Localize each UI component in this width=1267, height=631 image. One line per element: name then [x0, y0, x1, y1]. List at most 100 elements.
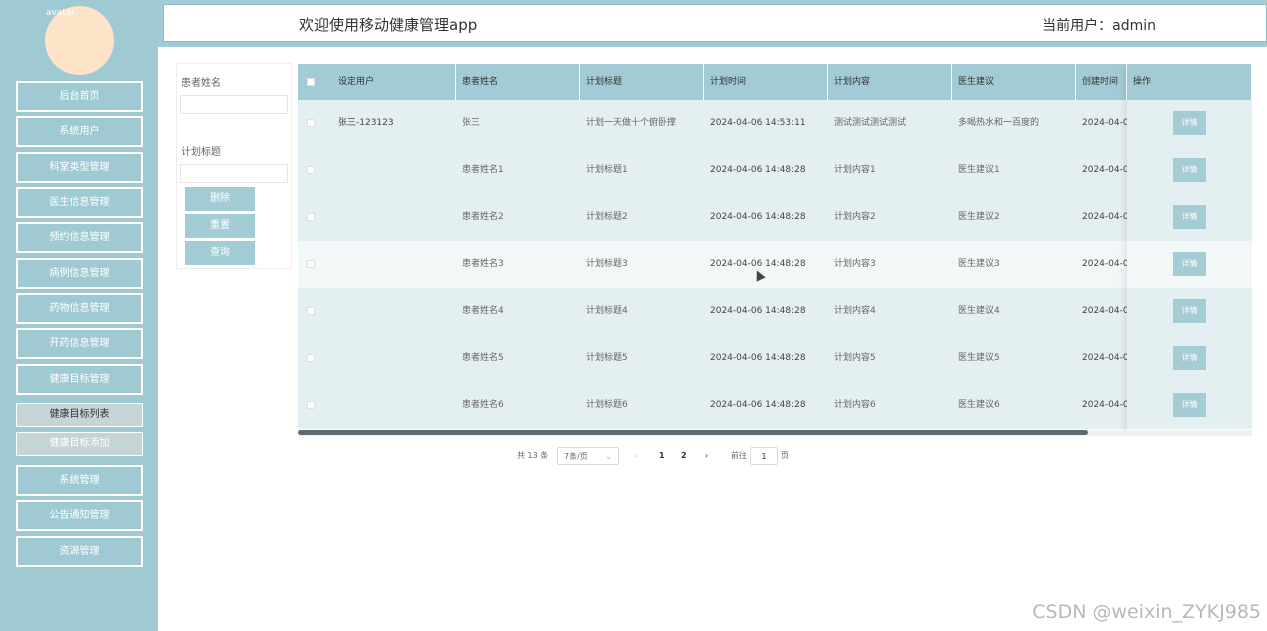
cell-advice: 医生建议3	[958, 259, 1000, 269]
detail-button[interactable]: 详情	[1173, 252, 1206, 276]
sidebar: avatar 后台首页 系统用户 科室类型管理 医生信息管理 预约信息管理 病例信息管理药…	[0, 0, 158, 631]
detail-button[interactable]: 详情	[1173, 346, 1206, 370]
goto-page-input[interactable]: 1	[750, 447, 778, 465]
page-size-value: 7条/页	[564, 452, 588, 461]
patient-name-label: 患者姓名	[181, 78, 221, 89]
column-header-patient[interactable]: 患者姓名	[456, 64, 580, 100]
cell-patient: 患者姓名5	[462, 353, 504, 363]
cell-created: 2024-04-0	[1082, 165, 1127, 175]
table-row[interactable]: 患者姓名2 计划标题2 2024-04-06 14:48:28 计划内容2 医生建议2 2…	[298, 194, 1252, 241]
cell-created: 2024-04-0	[1082, 306, 1127, 316]
cell-created: 2024-04-0	[1082, 259, 1127, 269]
sidebar-item-resource[interactable]: 资源管理	[16, 536, 143, 567]
app-title: 欢迎使用移动健康管理app	[299, 16, 478, 34]
column-header-title[interactable]: 计划标题	[580, 64, 704, 100]
row-checkbox[interactable]	[307, 213, 315, 221]
watermark: CSDN @weixin_ZYKJ985	[1032, 601, 1261, 623]
sidebar-item-case-info[interactable]: 病例信息管理	[16, 258, 143, 289]
row-checkbox[interactable]	[307, 307, 315, 315]
row-checkbox[interactable]	[307, 119, 315, 127]
cell-advice: 医生建议2	[958, 212, 1000, 222]
table-row[interactable]: 患者姓名6 计划标题6 2024-04-06 14:48:28 计划内容6 医生建议6 2…	[298, 382, 1252, 429]
cell-created: 2024-04-0	[1082, 353, 1127, 363]
row-checkbox[interactable]	[307, 354, 315, 362]
table-header: 设定用户 患者姓名 计划标题 计划时间 计划内容 医生建议 创建时间 操作	[298, 64, 1252, 100]
cell-user	[332, 147, 456, 194]
column-header-content[interactable]: 计划内容	[828, 64, 952, 100]
detail-button[interactable]: 详情	[1173, 299, 1206, 323]
cell-time: 2024-04-06 14:48:28	[710, 165, 806, 175]
sidebar-item-doctor-info[interactable]: 医生信息管理	[16, 187, 143, 218]
total-count: 共 13 条	[517, 451, 549, 460]
select-all-checkbox[interactable]	[307, 78, 315, 86]
patient-name-input[interactable]	[180, 95, 288, 114]
row-checkbox[interactable]	[307, 260, 315, 268]
next-page-icon[interactable]: ›	[705, 447, 708, 465]
table-row[interactable]: 张三-123123 张三 计划一天做十个俯卧撑 2024-04-06 14:53:11…	[298, 100, 1252, 147]
sidebar-item-system-management[interactable]: 系统管理	[16, 465, 143, 496]
cell-patient: 患者姓名1	[462, 165, 504, 175]
table-row[interactable]: 患者姓名5 计划标题5 2024-04-06 14:48:28 计划内容5 医生建议5 2…	[298, 335, 1252, 382]
column-header-time[interactable]: 计划时间	[704, 64, 828, 100]
sidebar-item-appointment-info[interactable]: 预约信息管理	[16, 222, 143, 253]
sidebar-item-system-user[interactable]: 系统用户	[16, 116, 143, 147]
cell-patient: 患者姓名6	[462, 400, 504, 410]
detail-button[interactable]: 详情	[1173, 205, 1206, 229]
cell-time: 2024-04-06 14:48:28	[710, 212, 806, 222]
row-checkbox[interactable]	[307, 166, 315, 174]
sidebar-item-announcement[interactable]: 公告通知管理	[16, 500, 143, 531]
cell-title: 计划标题1	[586, 165, 628, 175]
reset-button[interactable]: 重置	[185, 214, 255, 238]
cell-time: 2024-04-06 14:48:28	[710, 306, 806, 316]
cell-time: 2024-04-06 14:48:28	[710, 259, 806, 269]
column-header-created[interactable]: 创建时间	[1076, 64, 1127, 100]
cell-user	[332, 194, 456, 241]
cell-patient: 张三	[462, 118, 481, 128]
cell-advice: 医生建议5	[958, 353, 1000, 363]
sidebar-item-home[interactable]: 后台首页	[16, 81, 143, 112]
cell-title: 计划标题4	[586, 306, 628, 316]
sidebar-subitem-health-goal-add[interactable]: 健康目标添加	[16, 432, 143, 456]
sidebar-item-drug-info[interactable]: 药物信息管理	[16, 293, 143, 324]
search-panel: 患者姓名 计划标题 删除 重置 查询	[176, 63, 292, 269]
cell-title: 计划标题3	[586, 259, 628, 269]
column-header-actions[interactable]: 操作	[1127, 64, 1252, 100]
cell-advice: 医生建议6	[958, 400, 1000, 410]
cell-user	[332, 382, 456, 429]
goto-prefix: 前往	[731, 451, 747, 460]
prev-page-icon[interactable]: ‹	[634, 447, 637, 465]
cell-time: 2024-04-06 14:48:28	[710, 353, 806, 363]
cell-user	[332, 335, 456, 382]
detail-button[interactable]: 详情	[1173, 111, 1206, 135]
query-button[interactable]: 查询	[185, 241, 255, 265]
detail-button[interactable]: 详情	[1173, 393, 1206, 417]
cell-title: 计划标题6	[586, 400, 628, 410]
sidebar-item-department-type[interactable]: 科室类型管理	[16, 152, 143, 183]
table-row[interactable]: 患者姓名4 计划标题4 2024-04-06 14:48:28 计划内容4 医生建议4 2…	[298, 288, 1252, 335]
column-header-advice[interactable]: 医生建议	[952, 64, 1076, 100]
cell-time: 2024-04-06 14:48:28	[710, 400, 806, 410]
row-checkbox[interactable]	[307, 401, 315, 409]
page-number-1[interactable]: 1	[659, 447, 665, 465]
cell-content: 计划内容1	[834, 165, 876, 175]
page-size-select[interactable]: 7条/页 ⌄	[557, 447, 619, 465]
cell-advice: 医生建议4	[958, 306, 1000, 316]
cell-content: 计划内容4	[834, 306, 876, 316]
sidebar-item-prescription-info[interactable]: 开药信息管理	[16, 328, 143, 359]
sidebar-subitem-health-goal-list[interactable]: 健康目标列表	[16, 403, 143, 427]
sidebar-item-health-goal[interactable]: 健康目标管理	[16, 364, 143, 395]
cell-patient: 患者姓名4	[462, 306, 504, 316]
table-row[interactable]: 患者姓名3 计划标题3 2024-04-06 14:48:28 计划内容3 医生建议3 2…	[298, 241, 1252, 288]
detail-button[interactable]: 详情	[1173, 158, 1206, 182]
table-row[interactable]: 患者姓名1 计划标题1 2024-04-06 14:48:28 计划内容1 医生建议1 2…	[298, 147, 1252, 194]
plan-title-input[interactable]	[180, 164, 288, 183]
column-header-user[interactable]: 设定用户	[332, 64, 456, 100]
cell-created: 2024-04-0	[1082, 400, 1127, 410]
page-number-2[interactable]: 2	[681, 447, 687, 465]
cell-content: 计划内容6	[834, 400, 876, 410]
header: 欢迎使用移动健康管理app 当前用户：admin	[163, 4, 1267, 42]
horizontal-scrollbar-thumb[interactable]	[298, 430, 1088, 435]
delete-button[interactable]: 删除	[185, 187, 255, 211]
cell-user: 张三-123123	[338, 118, 394, 128]
current-user: 当前用户：admin	[1042, 18, 1156, 34]
